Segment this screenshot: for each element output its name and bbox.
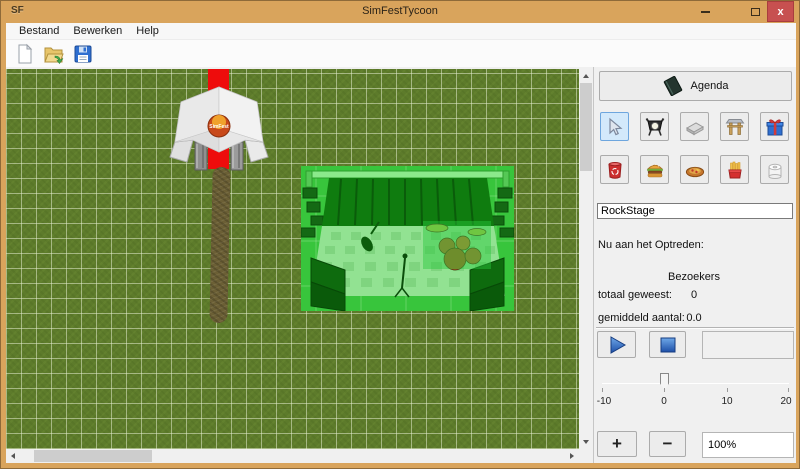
grass-grid[interactable]: SimFest	[6, 69, 579, 449]
burger-tool-button[interactable]	[640, 155, 669, 184]
panel-separator	[596, 327, 794, 329]
slider-label-min: -10	[597, 396, 611, 407]
spotlight-tool-button[interactable]	[640, 112, 669, 141]
map-canvas: SimFest	[6, 67, 593, 463]
stop-icon	[658, 335, 678, 355]
now-performing-label: Nu aan het Optreden:	[598, 239, 704, 251]
vertical-scroll-thumb[interactable]	[580, 83, 592, 171]
close-button[interactable]: x	[767, 1, 794, 22]
vertical-scrollbar[interactable]	[579, 69, 593, 449]
agenda-book-icon	[663, 76, 683, 96]
total-visitors-value: 0	[649, 289, 739, 301]
performance-display-box	[702, 331, 794, 359]
stage-placement-preview[interactable]	[301, 166, 514, 311]
stage-tool-button[interactable]	[680, 112, 709, 141]
open-file-icon	[43, 43, 65, 65]
tent-logo-text: SimFest	[209, 124, 229, 130]
pizza-icon	[684, 159, 706, 181]
zoom-level-field[interactable]	[702, 432, 794, 458]
horizontal-scroll-thumb[interactable]	[34, 450, 152, 462]
slider-tick	[664, 388, 665, 392]
platform-icon	[684, 116, 706, 138]
spotlight-icon	[644, 116, 666, 138]
window-title: SimFestTycoon	[1, 5, 799, 17]
slider-label-0: 0	[661, 396, 667, 407]
zoom-out-button[interactable]: −	[649, 431, 686, 457]
menu-help[interactable]: Help	[129, 24, 166, 38]
burger-icon	[644, 159, 666, 181]
stage-name-input[interactable]	[597, 203, 793, 219]
left-arrow-icon	[11, 453, 15, 459]
new-file-button[interactable]	[13, 42, 37, 66]
scroll-down-button[interactable]	[579, 435, 593, 449]
minimize-icon	[701, 11, 710, 13]
agenda-label: Agenda	[691, 80, 729, 92]
save-file-button[interactable]	[71, 42, 95, 66]
toolbar	[6, 40, 796, 67]
gate-tool-button[interactable]	[720, 112, 749, 141]
scroll-up-button[interactable]	[579, 69, 593, 83]
menu-bar: Bestand Bewerken Help	[6, 23, 796, 40]
save-file-icon	[72, 43, 94, 65]
slider-label-max: 20	[780, 396, 791, 407]
drink-tool-button[interactable]	[600, 155, 629, 184]
slider-label-10: 10	[721, 396, 732, 407]
control-panel: Agenda	[593, 67, 796, 463]
average-visitors-value: 0.0	[649, 312, 739, 324]
fries-tool-button[interactable]	[720, 155, 749, 184]
open-file-button[interactable]	[42, 42, 66, 66]
scroll-right-button[interactable]	[565, 449, 579, 463]
red-can-icon	[604, 159, 626, 181]
cursor-icon	[604, 116, 626, 138]
fries-icon	[724, 159, 746, 181]
stop-button[interactable]	[649, 331, 686, 358]
visitors-header: Bezoekers	[649, 271, 739, 283]
slider-tick	[788, 388, 789, 392]
menu-bewerken[interactable]: Bewerken	[66, 24, 129, 38]
right-arrow-icon	[570, 453, 574, 459]
slider-tick	[602, 388, 603, 392]
titlebar[interactable]: SF SimFestTycoon x	[1, 1, 799, 23]
slider-tick	[727, 388, 728, 392]
dirt-path[interactable]	[209, 167, 230, 323]
zoom-in-button[interactable]: +	[597, 431, 637, 457]
toilet-tool-button[interactable]	[760, 155, 789, 184]
pizza-tool-button[interactable]	[680, 155, 709, 184]
gate-icon	[724, 116, 746, 138]
scroll-left-button[interactable]	[6, 449, 20, 463]
down-arrow-icon	[583, 440, 589, 444]
maximize-button[interactable]	[743, 1, 767, 22]
maximize-icon	[751, 8, 760, 16]
up-arrow-icon	[583, 74, 589, 78]
gift-icon	[764, 116, 786, 138]
menu-bestand[interactable]: Bestand	[12, 24, 66, 38]
app-window: SF SimFestTycoon x Bestand Bewerken Help	[0, 0, 800, 469]
minimize-button[interactable]	[693, 1, 717, 22]
agenda-button[interactable]: Agenda	[599, 71, 792, 101]
horizontal-scrollbar[interactable]	[6, 449, 579, 463]
speed-slider-track[interactable]	[602, 383, 789, 384]
play-icon	[606, 334, 628, 356]
new-file-icon	[14, 43, 36, 65]
select-tool-button[interactable]	[600, 112, 629, 141]
entrance-tent[interactable]: SimFest	[169, 84, 269, 179]
toilet-roll-icon	[764, 159, 786, 181]
play-button[interactable]	[597, 331, 636, 358]
gift-tool-button[interactable]	[760, 112, 789, 141]
